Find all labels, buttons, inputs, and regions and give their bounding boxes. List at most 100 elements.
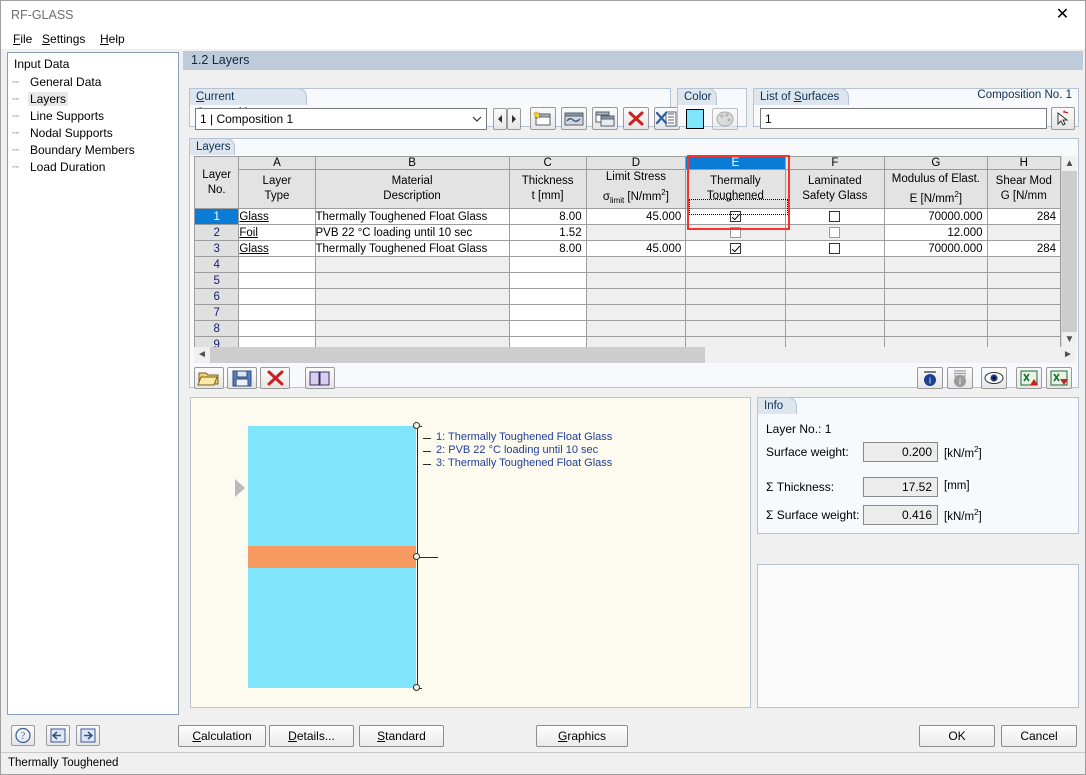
excel-export-button[interactable] [1046,367,1072,389]
cell-laminated-safety-glass[interactable] [784,288,886,306]
cell-thermally-toughened[interactable] [685,256,786,274]
cell-material-description[interactable] [314,272,510,290]
cell-laminated-safety-glass[interactable] [784,336,886,347]
cell-modulus-of-elasticity[interactable] [884,272,988,290]
cell-limit-stress[interactable] [585,224,687,242]
table-row[interactable]: 4 [194,256,1061,274]
cell-laminated-safety-glass[interactable] [784,240,886,258]
row-number[interactable]: 8 [194,320,240,338]
cell-thickness[interactable] [508,320,587,338]
col-letter-a[interactable]: A [238,156,316,170]
cell-modulus-of-elasticity[interactable]: 12.000 [884,224,988,242]
table-row[interactable]: 7 [194,304,1061,322]
table-row[interactable]: 9 [194,336,1061,347]
cell-material-description[interactable] [314,320,510,338]
composition-combobox[interactable]: 1 | Composition 1 [195,108,487,130]
table-row[interactable]: 2 Foil PVB 22 °C loading until 10 sec 1.… [194,224,1061,242]
cell-shear-modulus[interactable] [986,256,1061,274]
cell-layer-type[interactable] [238,272,316,290]
cell-thickness[interactable]: 8.00 [508,240,587,258]
table-row[interactable]: 1 Glass Thermally Toughened Float Glass … [194,208,1061,226]
surfaces-input[interactable]: 1 [760,108,1047,129]
cell-thermally-toughened[interactable] [685,208,786,226]
standard-button[interactable]: Standard [359,725,444,747]
layer-graphics-panel[interactable]: 1: Thermally Toughened Float Glass 2: PV… [190,397,912,708]
cell-laminated-safety-glass[interactable] [784,224,886,242]
cell-layer-type[interactable]: Glass [238,208,316,226]
menu-help[interactable]: Help [96,32,129,48]
previous-composition-button[interactable] [493,108,507,130]
col-letter-c[interactable]: C [508,156,587,170]
cell-laminated-safety-glass[interactable] [784,256,886,274]
row-number[interactable]: 3 [194,240,240,258]
row-number[interactable]: 1 [194,208,240,226]
cell-limit-stress[interactable] [585,304,687,322]
cell-material-description[interactable]: Thermally Toughened Float Glass [314,240,510,258]
cell-material-description[interactable] [314,288,510,306]
cell-limit-stress[interactable]: 45.000 [585,240,687,258]
cell-shear-modulus[interactable] [986,288,1061,306]
cell-material-description[interactable] [314,304,510,322]
cell-shear-modulus[interactable]: 284 [986,208,1061,226]
tree-root-input-data[interactable]: Input Data [14,57,69,71]
cell-layer-type[interactable] [238,336,316,347]
cell-thickness[interactable] [508,288,587,306]
save-library-button[interactable] [227,367,257,389]
cell-thickness[interactable]: 1.52 [508,224,587,242]
sidebar-item-boundary-members[interactable]: ┈ Boundary Members [12,143,137,157]
cell-shear-modulus[interactable] [986,304,1061,322]
cell-shear-modulus[interactable] [986,320,1061,338]
expand-arrow-icon[interactable] [233,478,247,498]
calculation-button[interactable]: Calculation [178,725,266,747]
sidebar-item-layers[interactable]: ┈ Layers [12,92,69,106]
cell-thermally-toughened[interactable] [685,224,786,242]
ok-button[interactable]: OK [919,725,995,747]
color-swatch[interactable] [686,109,704,129]
table-row[interactable]: 5 [194,272,1061,290]
cancel-button[interactable]: Cancel [1001,725,1077,747]
horizontal-scroll-thumb[interactable] [210,347,705,363]
details-button[interactable]: Details... [269,725,354,747]
open-library-button[interactable] [194,367,224,389]
layers-table[interactable]: Layer No. A B C D E F G H Layer Type Mat… [194,156,1061,347]
row-number[interactable]: 6 [194,288,240,306]
scroll-left-arrow-icon[interactable]: ◄ [194,347,210,363]
menu-file[interactable]: File [9,32,36,48]
cell-layer-type[interactable] [238,304,316,322]
cell-material-description[interactable] [314,336,510,347]
cell-thermally-toughened[interactable] [685,320,786,338]
table-vertical-scrollbar[interactable]: ▲ ▼ [1061,156,1077,347]
checkbox-unchecked-icon[interactable] [829,242,841,254]
cell-shear-modulus[interactable] [986,272,1061,290]
cell-layer-type[interactable] [238,320,316,338]
cell-thickness[interactable] [508,256,587,274]
row-number[interactable]: 7 [194,304,240,322]
new-composition-button[interactable] [530,107,556,130]
col-letter-h[interactable]: H [986,156,1061,170]
cell-material-description[interactable]: Thermally Toughened Float Glass [314,208,510,226]
view-button[interactable] [981,367,1007,389]
col-letter-b[interactable]: B [314,156,510,170]
help-button[interactable]: ? [11,725,35,746]
graphics-button[interactable]: Graphics [536,725,628,747]
cell-thermally-toughened[interactable] [685,240,786,258]
cell-layer-type[interactable] [238,288,316,306]
next-composition-button[interactable] [507,108,521,130]
checkbox-checked-icon[interactable] [729,210,741,222]
next-module-button[interactable] [76,725,100,746]
cell-limit-stress[interactable] [585,288,687,306]
cell-material-description[interactable] [314,256,510,274]
sidebar-item-load-duration[interactable]: ┈ Load Duration [12,160,107,174]
edit-composition-button[interactable] [561,107,587,130]
cell-thickness[interactable] [508,304,587,322]
col-letter-e[interactable]: E [685,156,786,170]
delete-composition-button[interactable] [623,107,649,130]
cell-modulus-of-elasticity[interactable] [884,304,988,322]
row-number[interactable]: 2 [194,224,240,242]
material-catalog-button[interactable] [305,367,335,389]
cell-limit-stress[interactable]: 45.000 [585,208,687,226]
cell-laminated-safety-glass[interactable] [784,272,886,290]
cell-modulus-of-elasticity[interactable] [884,320,988,338]
menu-settings[interactable]: Settings [38,32,89,48]
info-details-button[interactable]: i [947,367,973,389]
